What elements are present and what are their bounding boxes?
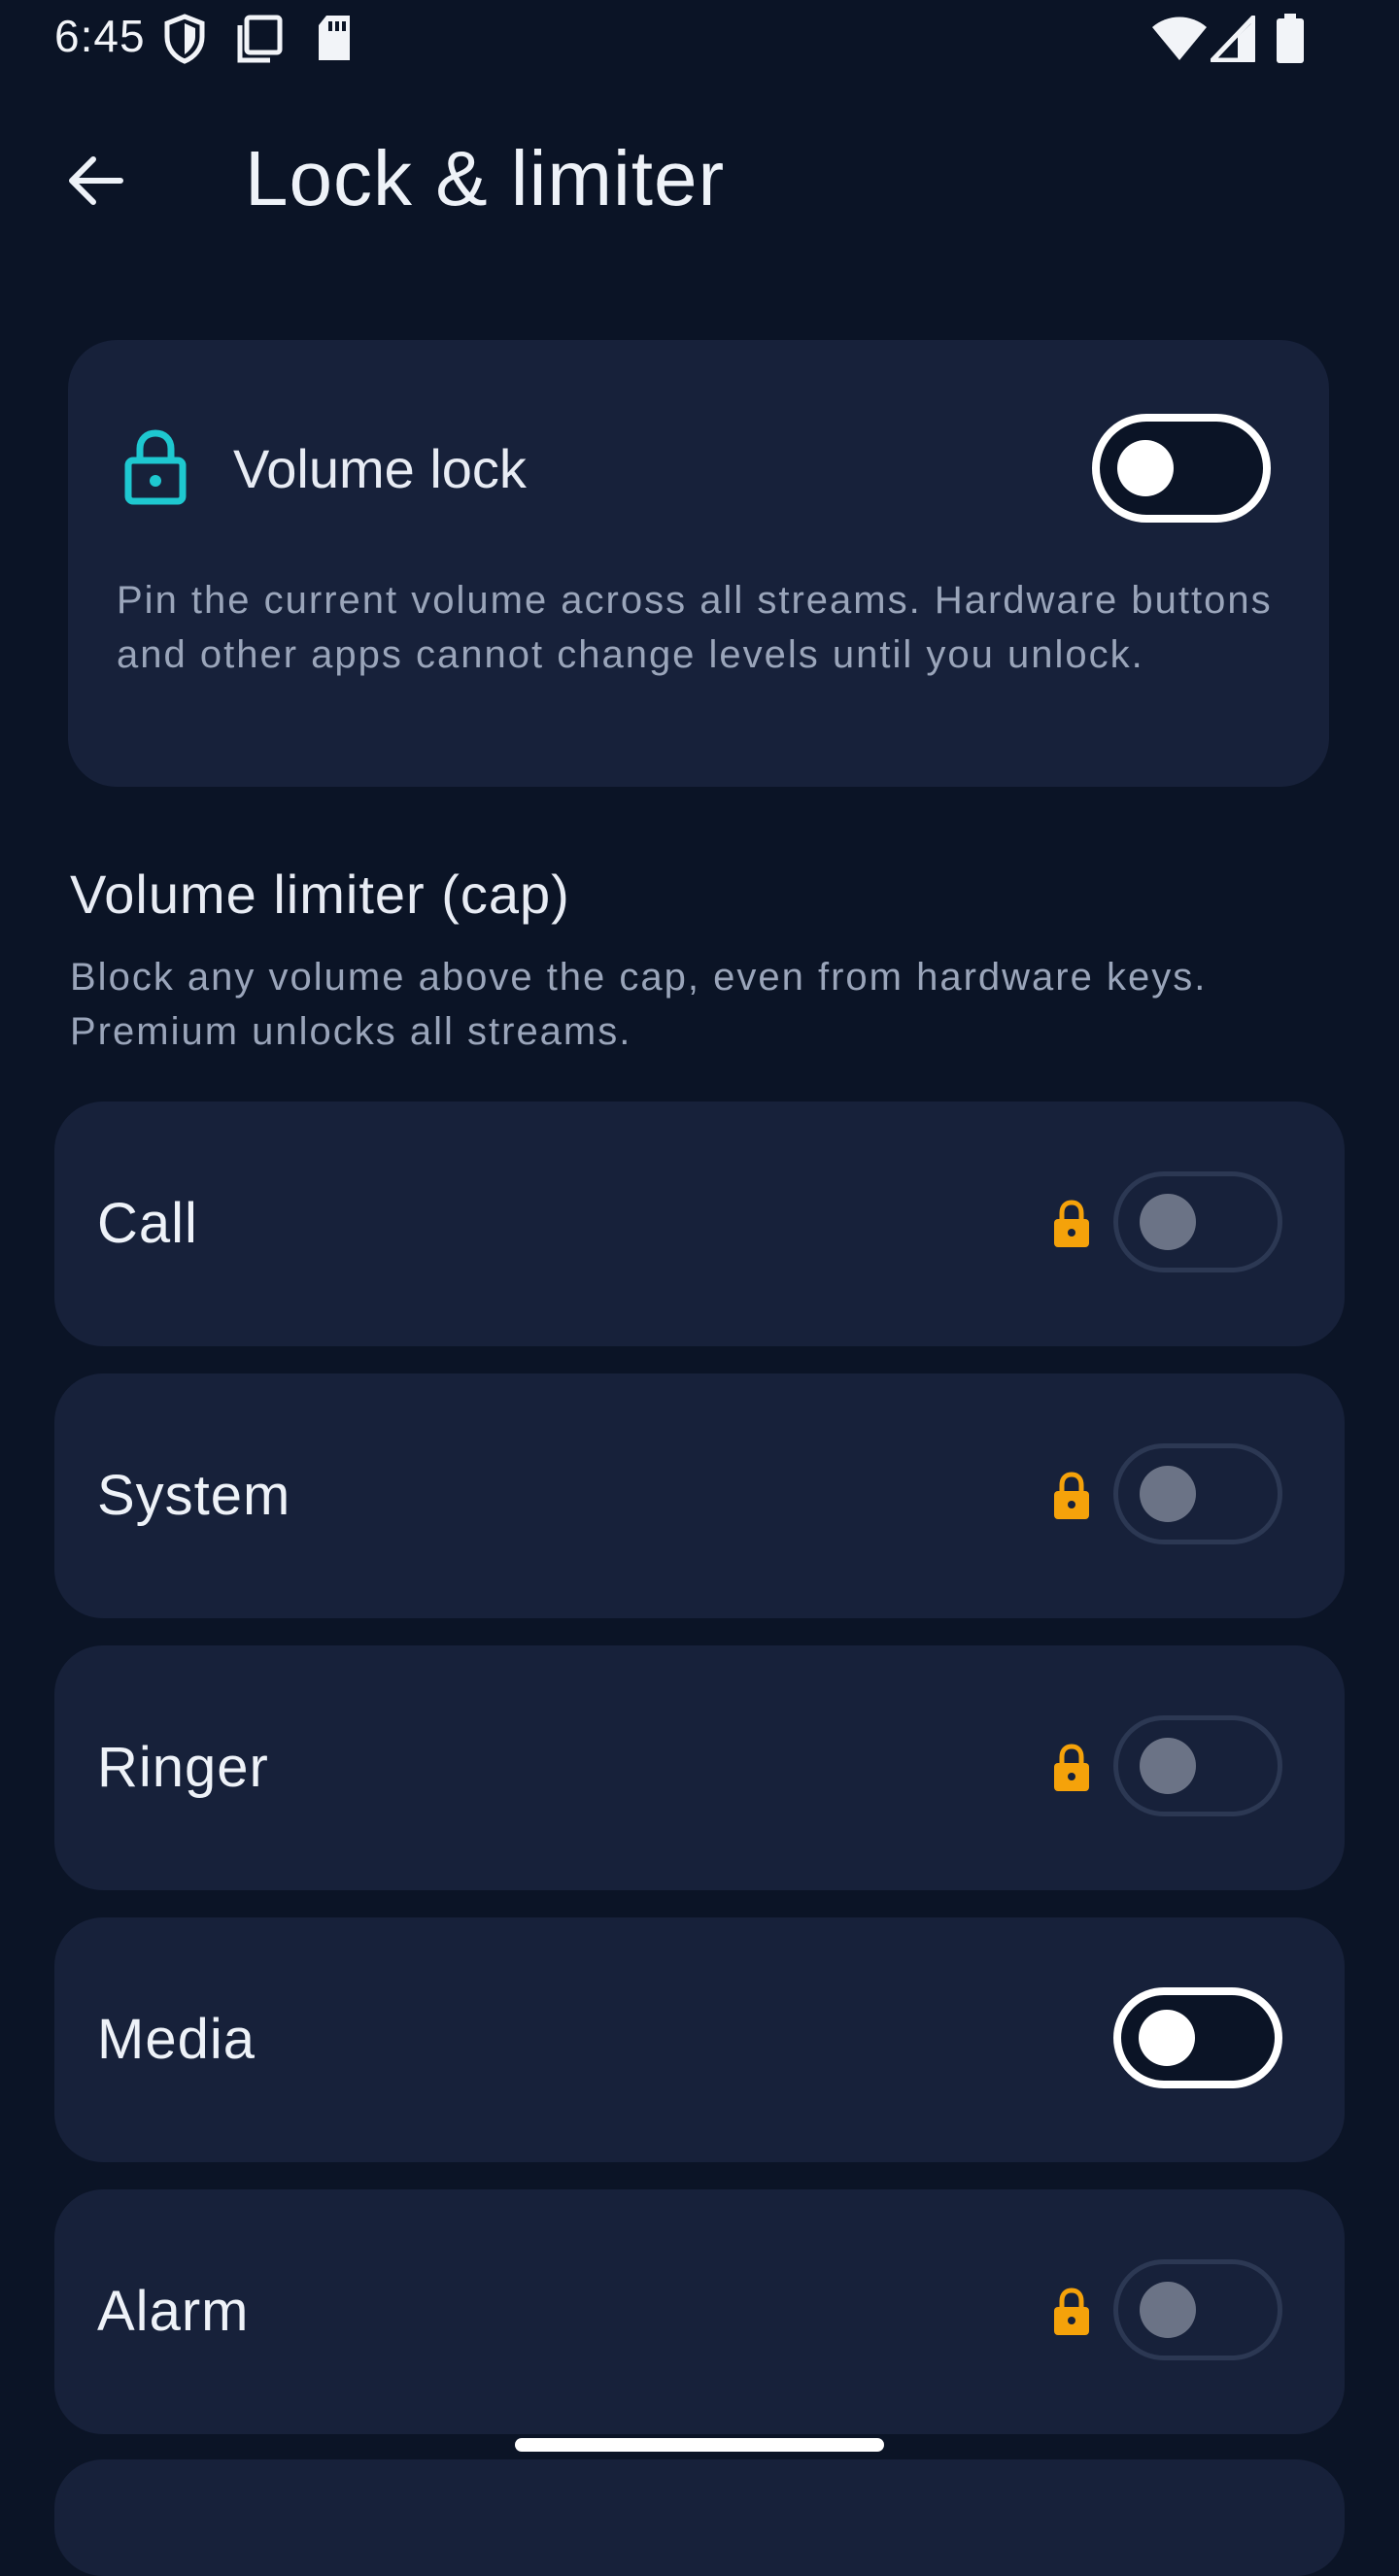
- stream-label: Call: [97, 1192, 198, 1255]
- battery-icon: [1277, 14, 1304, 63]
- shield-icon: [164, 14, 205, 64]
- stream-toggle-system[interactable]: [1113, 1443, 1282, 1544]
- stream-row-partial: [54, 2459, 1345, 2576]
- stream-row-call[interactable]: Call: [54, 1102, 1345, 1346]
- stream-label: Media: [97, 2008, 256, 2071]
- volume-lock-toggle[interactable]: [1092, 414, 1271, 523]
- limiter-section-description: Block any volume above the cap, even fro…: [70, 956, 1208, 1053]
- limiter-section-title: Volume limiter (cap): [70, 864, 570, 925]
- stream-row-alarm[interactable]: Alarm: [54, 2189, 1345, 2434]
- lock-icon: [124, 429, 187, 505]
- volume-lock-card: Volume lock Pin the current volume acros…: [68, 340, 1329, 787]
- toggle-knob: [1140, 2282, 1196, 2338]
- toggle-knob: [1117, 440, 1174, 496]
- stream-label: Ringer: [97, 1736, 269, 1799]
- stream-label: System: [97, 1464, 291, 1527]
- wifi-icon: [1152, 17, 1207, 60]
- toggle-knob: [1140, 1738, 1196, 1794]
- cell-signal-icon: [1211, 16, 1255, 62]
- toggle-knob: [1140, 1194, 1196, 1250]
- volume-lock-description: Pin the current volume across all stream…: [117, 579, 1273, 676]
- stream-toggle-ringer[interactable]: [1113, 1715, 1282, 1816]
- app-bar: Lock & limiter: [0, 97, 1399, 256]
- sd-card-icon: [319, 16, 350, 60]
- status-bar: 6:45: [0, 0, 1399, 82]
- toggle-knob: [1139, 2010, 1195, 2066]
- premium-lock-icon: [1054, 1200, 1089, 1247]
- copy-icon: [237, 15, 283, 63]
- stream-toggle-media[interactable]: [1113, 1987, 1282, 2088]
- premium-lock-icon: [1054, 2288, 1089, 2335]
- stream-label: Alarm: [97, 2280, 250, 2343]
- stream-toggle-call[interactable]: [1113, 1171, 1282, 1272]
- stream-row-system[interactable]: System: [54, 1373, 1345, 1618]
- premium-lock-icon: [1054, 1472, 1089, 1519]
- page-title: Lock & limiter: [245, 135, 726, 221]
- toggle-knob: [1140, 1466, 1196, 1522]
- gesture-nav-handle[interactable]: [515, 2438, 884, 2452]
- stream-row-media[interactable]: Media: [54, 1917, 1345, 2162]
- back-button[interactable]: [49, 134, 142, 227]
- premium-lock-icon: [1054, 1744, 1089, 1791]
- volume-lock-label: Volume lock: [233, 438, 527, 499]
- arrow-left-icon: [69, 156, 123, 205]
- status-time: 6:45: [54, 11, 146, 61]
- stream-toggle-alarm[interactable]: [1113, 2259, 1282, 2360]
- stream-row-ringer[interactable]: Ringer: [54, 1645, 1345, 1890]
